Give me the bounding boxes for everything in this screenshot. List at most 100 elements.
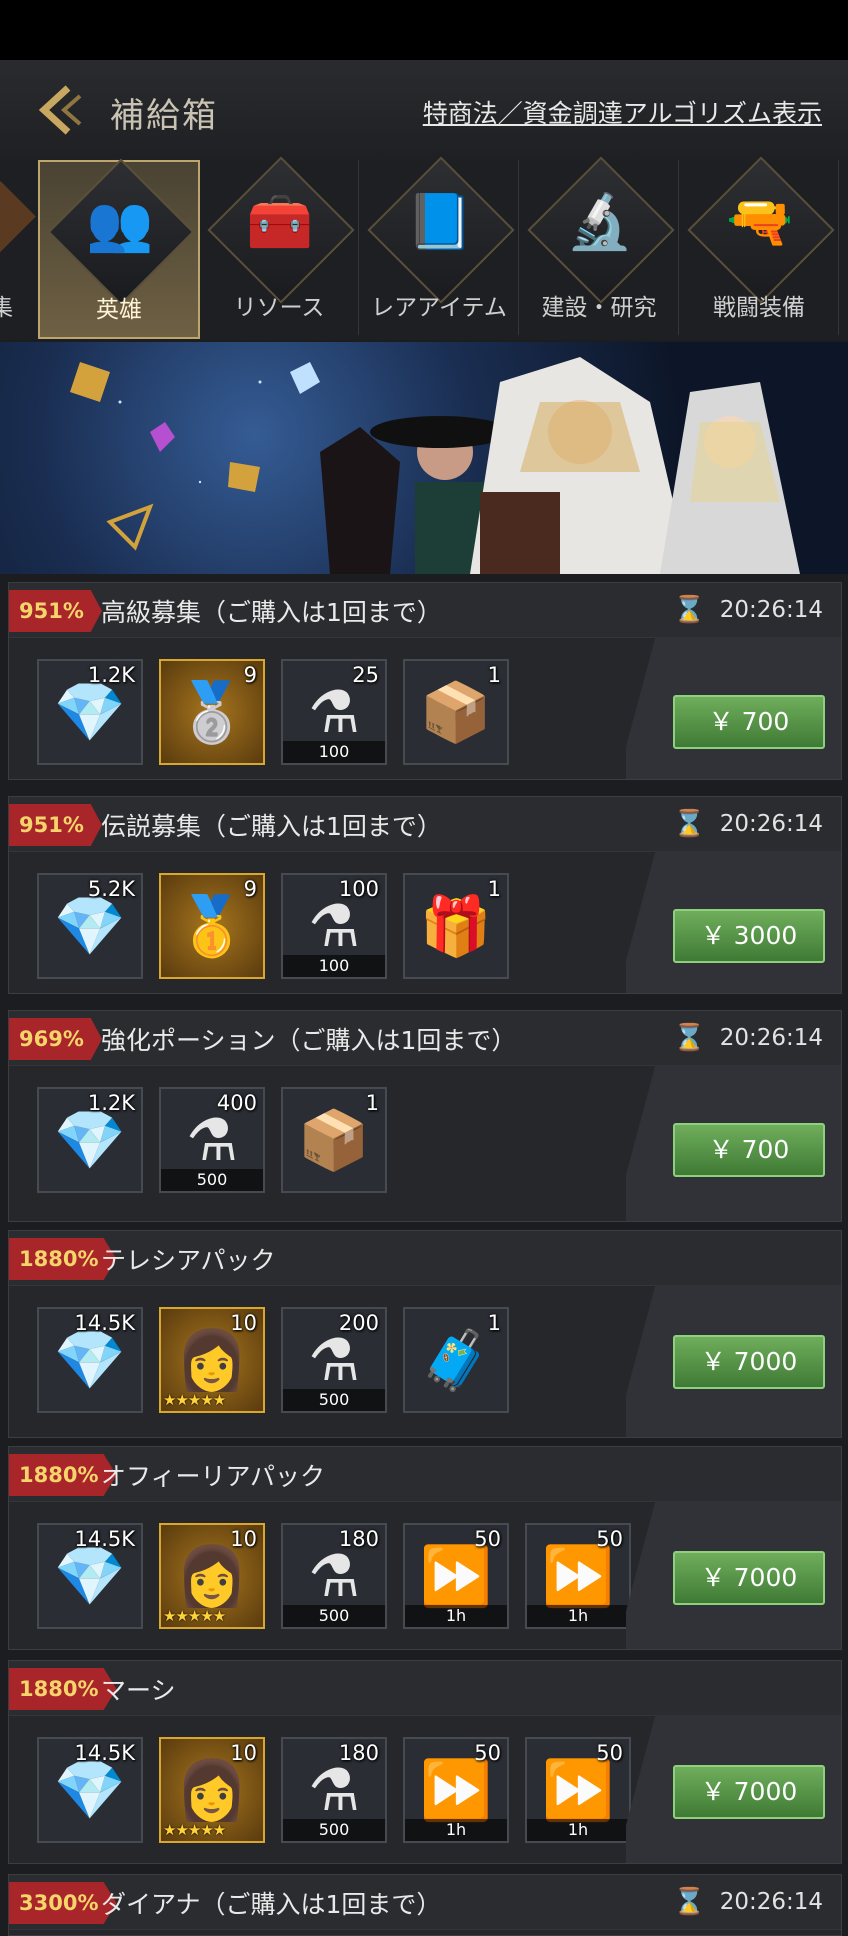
item-count: 1 (487, 663, 501, 687)
item-duration: 1h (405, 1605, 507, 1627)
item-duration: 1h (527, 1605, 629, 1627)
diamond-item[interactable]: 💎 14.5K (37, 1523, 143, 1629)
tab-label: 英雄 (96, 297, 142, 323)
hero-shard-item[interactable]: 👩 10 ★★★★★ (159, 1307, 265, 1413)
status-bar (0, 0, 848, 60)
speedup-item[interactable]: ⏩ 50 1h (525, 1737, 631, 1843)
item-amount: 500 (161, 1169, 263, 1191)
diamond-item[interactable]: 💎 5.2K (37, 873, 143, 979)
pack-name: オフィーリアパック (101, 1462, 326, 1491)
banner-art (70, 357, 800, 574)
pack-card: 969% 強化ポーション（ご購入は1回まで） ⌛ 20:26:14 💎 1.2K ⚗… (8, 1010, 842, 1222)
silver-medal-item[interactable]: 🥈 9 (159, 659, 265, 765)
item-count: 50 (474, 1527, 501, 1551)
item-amount: 100 (283, 955, 385, 977)
tab-partial[interactable]: 集 (0, 160, 36, 335)
buy-button[interactable]: ￥ 700 (673, 1123, 825, 1177)
potion-item[interactable]: ⚗ 180 500 (281, 1737, 387, 1843)
pack-header: 3300% ダイアナ（ご購入は1回まで） ⌛ 20:26:14 (9, 1875, 841, 1930)
speedup-item[interactable]: ⏩ 50 1h (403, 1523, 509, 1629)
countdown-timer: ⌛ 20:26:14 (666, 797, 841, 851)
countdown-timer: ⌛ 20:26:14 (666, 1875, 841, 1929)
buy-button[interactable]: ￥ 7000 (673, 1765, 825, 1819)
diamond-item[interactable]: 💎 14.5K (37, 1737, 143, 1843)
item-count: 50 (596, 1527, 623, 1551)
hourglass-icon: ⌛ (673, 595, 706, 625)
tab-heroes[interactable]: 👥 英雄 (38, 158, 200, 339)
tab-build-research[interactable]: 🔬 建設・研究 (520, 156, 679, 335)
pack-card: 951% 高級募集（ご購入は1回まで） ⌛ 20:26:14 💎 1.2K 🥈 9 ⚗… (8, 582, 842, 780)
tab-label: 建設・研究 (541, 295, 657, 321)
item-count: 50 (596, 1741, 623, 1765)
item-count: 100 (338, 877, 379, 901)
diamond-item[interactable]: 💎 1.2K (37, 659, 143, 765)
potion-item[interactable]: ⚗ 400 500 (159, 1087, 265, 1193)
pack-header: 1880% マーシ (9, 1661, 841, 1716)
hourglass-icon: ⌛ (673, 1887, 706, 1917)
item-count: 14.5K (74, 1741, 135, 1765)
treasure-chest-icon: 🧰 (246, 190, 314, 253)
speedup-item[interactable]: ⏩ 50 1h (525, 1523, 631, 1629)
speedup-item[interactable]: ⏩ 50 1h (403, 1737, 509, 1843)
buy-button[interactable]: ￥ 7000 (673, 1335, 825, 1389)
item-count: 5.2K (87, 877, 135, 901)
countdown-timer: ⌛ 20:26:14 (666, 583, 841, 637)
tab-combat-gear[interactable]: 🔫 戦闘装備 (680, 156, 839, 335)
tab-label: リソース (233, 295, 325, 321)
item-count: 10 (230, 1527, 257, 1551)
rare-items-icon: 📘 (406, 190, 474, 253)
item-count: 1.2K (87, 663, 135, 687)
potion-item[interactable]: ⚗ 180 500 (281, 1523, 387, 1629)
buy-button[interactable]: ￥ 700 (673, 695, 825, 749)
item-count: 200 (338, 1311, 379, 1335)
item-count: 10 (230, 1311, 257, 1335)
chest-item[interactable]: 🎁 1 (403, 873, 509, 979)
value-badge: 969% (9, 1018, 102, 1060)
item-count: 180 (338, 1527, 379, 1551)
hero-shard-item[interactable]: 👩 10 ★★★★★ (159, 1523, 265, 1629)
potion-item[interactable]: ⚗ 200 500 (281, 1307, 387, 1413)
item-count: 9 (243, 663, 257, 687)
item-amount: 500 (283, 1605, 385, 1627)
potion-item[interactable]: ⚗ 25 100 (281, 659, 387, 765)
pack-header: 969% 強化ポーション（ご購入は1回まで） ⌛ 20:26:14 (9, 1011, 841, 1066)
star-rating: ★★★★★ (163, 1391, 226, 1409)
item-count: 1 (365, 1091, 379, 1115)
chest-item[interactable]: 🧳 1 (403, 1307, 509, 1413)
chevron-left-icon (38, 85, 82, 135)
chest-item[interactable]: 📦 1 (281, 1087, 387, 1193)
tab-resources[interactable]: 🧰 リソース (200, 156, 359, 335)
partial-tab-label: 集 (0, 295, 13, 321)
diamond-item[interactable]: 💎 1.2K (37, 1087, 143, 1193)
item-amount: 100 (283, 741, 385, 763)
value-badge: 951% (9, 804, 102, 846)
value-badge: 951% (9, 590, 102, 632)
potion-item[interactable]: ⚗ 100 100 (281, 873, 387, 979)
revolver-icon: 🔫 (726, 190, 794, 253)
buy-button[interactable]: ￥ 7000 (673, 1551, 825, 1605)
item-count: 400 (216, 1091, 257, 1115)
pack-card: 1880% マーシ 💎 14.5K 👩 10 ★★★★★ ⚗ 180 500 ⏩ 50 1h … (8, 1660, 842, 1864)
pack-header: 951% 高級募集（ご購入は1回まで） ⌛ 20:26:14 (9, 583, 841, 638)
pack-header: 1880% テレシアパック (9, 1231, 841, 1286)
chest-item[interactable]: 📦 1 (403, 659, 509, 765)
item-count: 50 (474, 1741, 501, 1765)
timer-text: 20:26:14 (719, 1025, 823, 1051)
star-rating: ★★★★★ (163, 1821, 226, 1839)
gold-medal-item[interactable]: 🥇 9 (159, 873, 265, 979)
buy-button[interactable]: ￥ 3000 (673, 909, 825, 963)
category-tabs: 集 👥 英雄 🧰 リソース 📘 レアアイテム 🔬 建設・研究 🔫 戦闘装備 (0, 156, 848, 340)
page-title: 補給箱 (110, 96, 218, 136)
pack-header: 951% 伝説募集（ご購入は1回まで） ⌛ 20:26:14 (9, 797, 841, 852)
pack-card: 1880% テレシアパック 💎 14.5K 👩 10 ★★★★★ ⚗ 200 500 🧳 1… (8, 1230, 842, 1438)
hero-shard-item[interactable]: 👩 10 ★★★★★ (159, 1737, 265, 1843)
item-count: 14.5K (74, 1527, 135, 1551)
back-button[interactable] (28, 82, 88, 138)
diamond-item[interactable]: 💎 14.5K (37, 1307, 143, 1413)
item-amount: 500 (283, 1389, 385, 1411)
top-bar: 補給箱 特商法／資金調達アルゴリズム表示 (0, 60, 848, 160)
item-duration: 1h (527, 1819, 629, 1841)
legal-info-link[interactable]: 特商法／資金調達アルゴリズム表示 (423, 94, 822, 130)
tab-rare-items[interactable]: 📘 レアアイテム (360, 156, 519, 335)
pack-card: 1880% オフィーリアパック 💎 14.5K 👩 10 ★★★★★ ⚗ 180 500 … (8, 1446, 842, 1650)
